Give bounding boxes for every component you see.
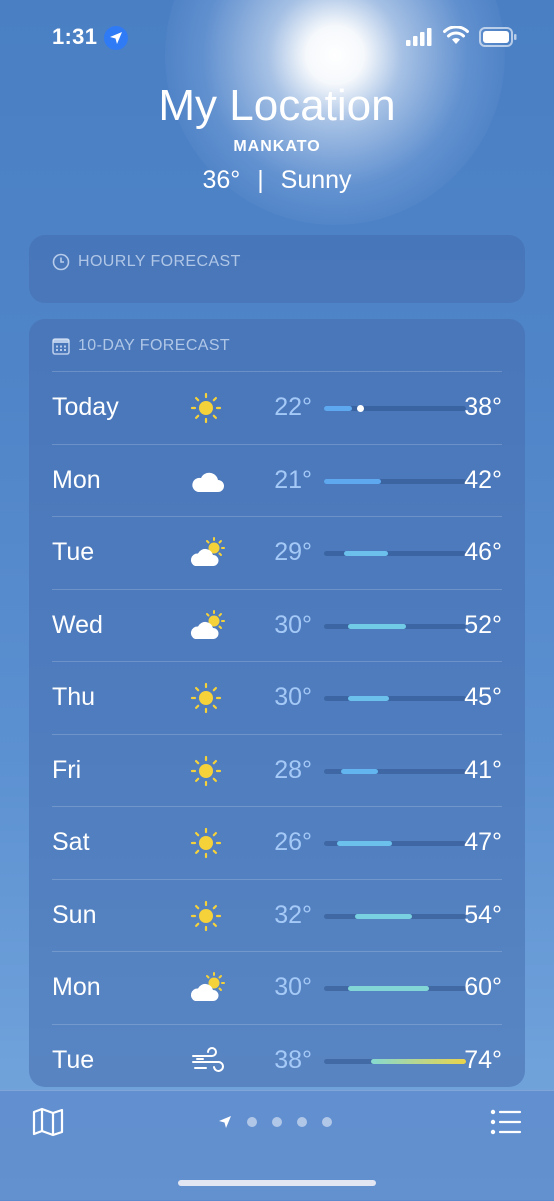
list-icon[interactable] <box>490 1109 522 1135</box>
low-temperature: 28° <box>274 755 312 784</box>
partly-cloudy-icon <box>188 608 228 644</box>
city-name: MANKATO <box>233 138 321 155</box>
separator: | <box>257 166 264 194</box>
forecast-day: Sun <box>52 900 97 929</box>
high-temperature: 47° <box>464 828 502 856</box>
forecast-day: Fri <box>52 755 82 784</box>
partly-cloudy-icon <box>188 535 228 571</box>
low-temperature: 30° <box>274 973 312 1001</box>
forecast-day: Thu <box>52 683 96 711</box>
low-temperature: 38° <box>274 1045 312 1074</box>
temperature-range-fill <box>355 913 413 919</box>
high-temperature: 46° <box>464 538 502 566</box>
forecast-row[interactable]: Sat 26° 47° <box>52 806 502 879</box>
high-temperature: 45° <box>464 683 502 711</box>
location-arrow-icon <box>104 26 128 50</box>
temperature-range-fill <box>348 696 390 701</box>
high-temperature: 42° <box>464 465 502 494</box>
high-temperature: 74° <box>464 1045 502 1074</box>
forecast-row[interactable]: Thu 30° 45° <box>52 661 502 734</box>
hourly-forecast-header: HOURLY FORECAST <box>52 253 241 271</box>
status-bar: 1:31 <box>0 0 554 70</box>
low-temperature: 26° <box>274 828 312 856</box>
home-indicator[interactable] <box>178 1180 376 1186</box>
temperature-range-fill <box>348 623 407 629</box>
forecast-day: Tue <box>52 1045 95 1074</box>
page-dot[interactable] <box>272 1117 282 1127</box>
forecast-day: Mon <box>52 465 101 494</box>
low-temperature: 32° <box>274 900 312 929</box>
sun-icon <box>188 390 228 426</box>
calendar-icon <box>52 338 70 355</box>
temperature-range-fill <box>336 841 393 846</box>
location-arrow-icon <box>219 1116 231 1128</box>
forecast-row[interactable]: Mon 21° 42° <box>52 443 502 517</box>
sun-icon <box>188 680 228 716</box>
high-temperature: 41° <box>464 755 502 784</box>
high-temperature: 54° <box>464 900 502 929</box>
high-temperature: 52° <box>464 610 502 639</box>
forecast-row[interactable]: Today 22° 38° <box>52 371 502 444</box>
low-temperature: 30° <box>274 683 312 711</box>
partly-cloudy-icon <box>188 970 228 1006</box>
map-icon[interactable] <box>32 1107 64 1137</box>
forecast-row[interactable]: Fri 28° 41° <box>52 733 502 807</box>
sun-icon <box>188 753 228 789</box>
temperature-range-fill <box>348 986 430 991</box>
low-temperature: 30° <box>274 610 312 639</box>
high-temperature: 60° <box>464 973 502 1001</box>
ten-day-forecast-header: 10-DAY FORECAST <box>52 337 230 355</box>
temperature-range-fill <box>324 478 381 484</box>
forecast-row[interactable]: Mon 30° 60° <box>52 951 502 1024</box>
forecast-day: Tue <box>52 538 95 566</box>
battery-icon <box>479 27 517 47</box>
location-title: My Location <box>158 81 396 130</box>
wind-icon <box>188 1043 228 1079</box>
forecast-day: Today <box>52 393 119 421</box>
forecast-row[interactable]: Sun 32° 54° <box>52 878 502 952</box>
current-condition: Sunny <box>280 166 352 194</box>
page-dot[interactable] <box>322 1117 332 1127</box>
page-indicator[interactable] <box>218 1115 332 1129</box>
forecast-rows: Today 22° 38° Mon 21° 42° Tue 29° 46° Wed 30° 52° Th… <box>52 371 502 1096</box>
forecast-day: Mon <box>52 973 101 1001</box>
low-temperature: 22° <box>274 393 312 421</box>
current-temperature: 36° <box>202 166 241 194</box>
hourly-forecast-card[interactable]: HOURLY FORECAST <box>29 235 525 303</box>
low-temperature: 21° <box>274 465 312 494</box>
cellular-signal-icon <box>406 28 432 46</box>
cloud-icon <box>188 463 228 499</box>
wifi-icon <box>443 26 469 44</box>
page-dot[interactable] <box>247 1117 257 1127</box>
current-temperature-marker <box>357 405 365 412</box>
page-dot[interactable] <box>297 1117 307 1127</box>
forecast-day: Wed <box>52 610 103 639</box>
high-temperature: 38° <box>464 393 502 421</box>
sun-icon <box>188 825 228 861</box>
current-conditions: 36° | Sunny <box>0 166 554 195</box>
sun-icon <box>188 898 228 934</box>
clock-icon <box>52 253 70 271</box>
forecast-row[interactable]: Tue 29° 46° <box>52 516 502 589</box>
hourly-forecast-title: HOURLY FORECAST <box>78 253 241 270</box>
forecast-row[interactable]: Wed 30° 52° <box>52 588 502 662</box>
ten-day-forecast-card[interactable]: 10-DAY FORECAST Today 22° 38° Mon 21° 42° Tue 2… <box>29 319 525 1087</box>
forecast-row[interactable]: Tue 38° 74° <box>52 1023 502 1097</box>
forecast-day: Sat <box>52 828 90 856</box>
temperature-range-fill <box>343 551 388 556</box>
low-temperature: 29° <box>274 538 312 566</box>
status-time: 1:31 <box>52 24 98 49</box>
temperature-range-fill <box>341 768 378 774</box>
location-header: My Location MANKATO 36° | Sunny <box>0 80 554 195</box>
temperature-range-fill <box>324 406 353 411</box>
ten-day-forecast-title: 10-DAY FORECAST <box>78 337 231 354</box>
